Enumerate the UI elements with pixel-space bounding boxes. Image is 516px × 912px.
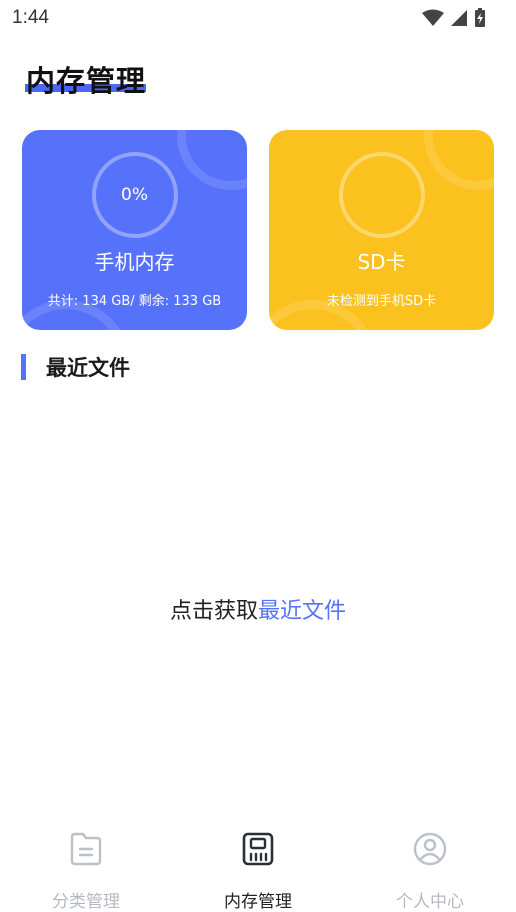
recent-files-prompt: 点击获取最近文件 (0, 593, 516, 625)
phone-storage-summary: 共计: 134 GB/ 剩余: 133 GB (47, 294, 222, 309)
status-time: 1:44 (12, 7, 49, 28)
bottom-nav: 分类管理 内存管理 个人中心 (0, 815, 516, 912)
usage-percent: 0% (121, 185, 148, 205)
sd-card-icon (242, 832, 274, 866)
nav-label: 个人中心 (396, 892, 464, 912)
sd-card-status: 未检测到手机SD卡 (326, 294, 437, 309)
status-bar: 1:44 (0, 0, 516, 36)
sd-card-title: SD卡 (357, 250, 406, 274)
section-accent-bar (21, 354, 26, 380)
prompt-prefix: 点击获取 (169, 599, 258, 624)
battery-icon (475, 8, 485, 27)
status-icons (422, 8, 486, 28)
nav-label: 分类管理 (52, 892, 120, 912)
page-title: 内存管理 (26, 64, 147, 98)
nav-label: 内存管理 (224, 892, 292, 912)
nav-item-profile[interactable]: 个人中心 (344, 815, 516, 912)
phone-storage-title: 手机内存 (94, 250, 175, 274)
signal-icon (451, 10, 467, 26)
phone-storage-card[interactable]: 0% 手机内存 共计: 134 GB/ 剩余: 133 GB (22, 130, 247, 330)
recent-files-heading: 最近文件 (46, 356, 130, 380)
nav-item-category[interactable]: 分类管理 (0, 815, 172, 912)
sd-card-card[interactable]: SD卡 未检测到手机SD卡 (269, 130, 494, 330)
wifi-icon (422, 9, 444, 26)
nav-item-memory[interactable]: 内存管理 (172, 815, 344, 912)
sd-usage-ring (338, 152, 425, 238)
card-decoration (424, 130, 494, 190)
folder-icon (70, 832, 102, 866)
user-icon (413, 832, 447, 866)
card-decoration (177, 130, 247, 190)
get-recent-files-link[interactable]: 最近文件 (258, 599, 346, 624)
